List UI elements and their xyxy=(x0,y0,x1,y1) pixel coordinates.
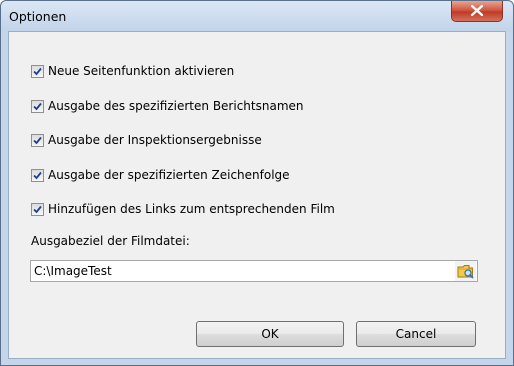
checkbox[interactable] xyxy=(31,133,44,147)
checkbox[interactable] xyxy=(31,64,44,78)
option-label: Ausgabe des spezifizierten Berichtsnamen xyxy=(48,99,304,113)
window-title: Optionen xyxy=(9,9,67,24)
checkmark-icon xyxy=(33,205,42,213)
option-label: Neue Seitenfunktion aktivieren xyxy=(48,64,235,78)
option-label: Ausgabe der Inspektionsergebnisse xyxy=(48,133,262,147)
option-label: Hinzufügen des Links zum entsprechenden … xyxy=(48,202,335,216)
folder-browse-icon xyxy=(457,265,474,279)
option-film-link[interactable]: Hinzufügen des Links zum entsprechenden … xyxy=(31,201,335,217)
checkmark-icon xyxy=(33,102,42,110)
checkmark-icon xyxy=(33,171,42,179)
dialog-content: Neue Seitenfunktion aktivieren Ausgabe d… xyxy=(8,31,506,359)
checkmark-icon xyxy=(33,67,42,75)
output-path-input[interactable] xyxy=(34,263,454,279)
option-label: Ausgabe der spezifizierten Zeichenfolge xyxy=(48,168,290,182)
option-string-output[interactable]: Ausgabe der spezifizierten Zeichenfolge xyxy=(31,167,290,183)
close-icon xyxy=(471,5,483,16)
option-inspection-results[interactable]: Ausgabe der Inspektionsergebnisse xyxy=(31,132,262,148)
checkbox[interactable] xyxy=(31,168,44,182)
title-bar[interactable]: Optionen xyxy=(1,1,513,31)
option-new-page-function[interactable]: Neue Seitenfunktion aktivieren xyxy=(31,63,234,79)
browse-button[interactable] xyxy=(455,261,476,281)
output-path-label: Ausgabeziel der Filmdatei: xyxy=(31,234,190,248)
cancel-button[interactable]: Cancel xyxy=(356,321,476,347)
checkbox[interactable] xyxy=(31,99,44,113)
checkmark-icon xyxy=(33,136,42,144)
close-button[interactable] xyxy=(451,1,503,22)
output-path-field[interactable] xyxy=(30,260,478,282)
option-report-name[interactable]: Ausgabe des spezifizierten Berichtsnamen xyxy=(31,98,304,114)
ok-button[interactable]: OK xyxy=(196,321,344,347)
dialog-window: Optionen Neue Seitenfunktion aktivieren … xyxy=(0,0,514,366)
checkbox[interactable] xyxy=(31,202,44,216)
